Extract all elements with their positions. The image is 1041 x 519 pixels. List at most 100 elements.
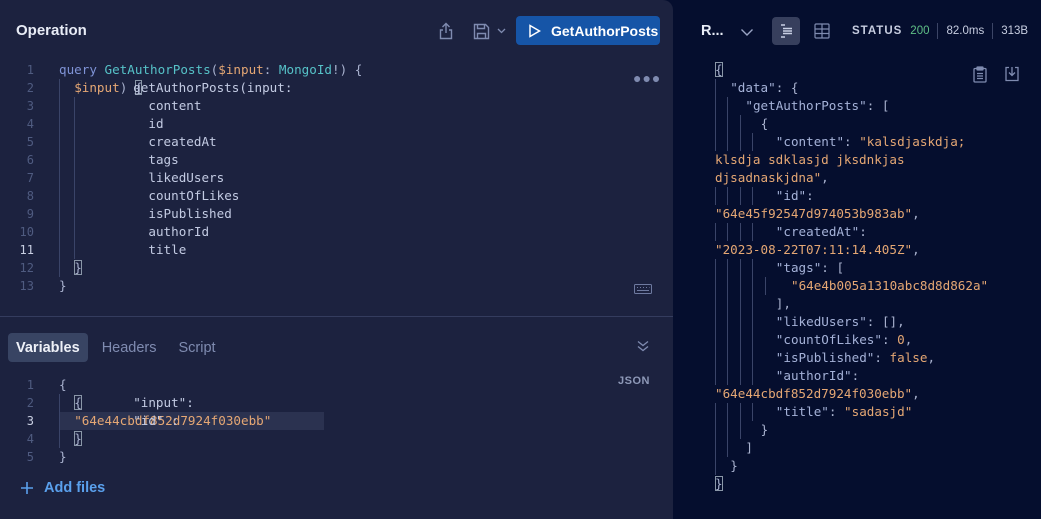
line-number: 10 [19,225,34,239]
response-line: "64e45f92547d974053b983ab", [715,205,1025,223]
share-icon[interactable] [436,20,456,42]
save-icon[interactable] [471,20,491,42]
line-number: 11 [19,243,34,257]
indent-guide [727,187,729,205]
response-line: "countOfLikes": 0, [715,331,1025,349]
code-token: { [59,377,67,392]
plus-icon [21,482,33,494]
chevron-down-icon[interactable] [740,24,754,42]
response-line: "2023-08-22T07:11:14.405Z", [715,241,1025,259]
indent-guide [739,403,741,421]
response-text: } [730,457,738,475]
response-size: 313B [1001,25,1029,37]
code-token: "likedUsers" [775,314,867,329]
indent-guide [752,133,754,151]
code-token: getAuthorPosts(input: [133,80,300,95]
indent-guide [715,79,716,97]
code-token: createdAt [148,134,217,149]
tab-script[interactable]: Script [171,333,224,362]
line-number: 2 [26,81,34,95]
code-token: authorId [148,224,210,239]
indent-guide [727,295,729,313]
play-icon [529,23,541,38]
code-token: "countOfLikes" [775,332,882,347]
response-text: "likedUsers": [], [776,313,905,331]
code-token: "kalsdjaskdja; [859,134,966,149]
code-text: } [74,259,82,277]
indent-guide [727,223,729,241]
code-line[interactable]: 5 createdAt [0,133,673,151]
code-token: } [59,449,67,464]
code-token: "content" [775,134,845,149]
code-text: query GetAuthorPosts($input: MongoId!) { [59,61,362,79]
indent-guide [752,403,754,421]
code-line[interactable]: 3 content [0,97,673,115]
code-text: { [59,376,67,394]
code-line[interactable]: 4} [0,430,673,448]
code-token: 0 [897,332,905,347]
code-line[interactable]: 9 isPublished [0,205,673,223]
code-line[interactable]: 1{ [0,376,673,394]
code-token: "getAuthorPosts" [745,98,867,113]
code-line[interactable]: 7 likedUsers [0,169,673,187]
add-files-button[interactable]: Add files [20,480,105,496]
indent-guide [59,79,60,277]
code-line[interactable]: 12} [0,259,673,277]
indent-guide [715,133,716,151]
run-operation-button[interactable]: GetAuthorPosts [516,16,660,45]
code-token: : [ [866,98,890,113]
variables-editor[interactable]: 1{2 "input": {3 "id" : "64e44cbdf852d7924f0… [0,376,673,476]
response-text: "data": { [730,79,798,97]
response-text: "title": "sadasjd" [776,403,913,421]
indent-guide [715,259,716,277]
collapse-icon[interactable] [636,339,650,358]
code-line[interactable]: 8 countOfLikes [0,187,673,205]
response-line: djsadnaskjdna", [715,169,1025,187]
code-line[interactable]: 10 authorId [0,223,673,241]
code-text: } [59,277,67,295]
code-line[interactable]: 2 getAuthorPosts(input: $input) { [0,79,673,97]
response-text: "id": [776,187,814,205]
indent-guide [715,187,716,205]
code-token: , [927,350,936,365]
indent-guide [715,457,716,475]
operation-editor[interactable]: 1 query GetAuthorPosts($input: MongoId!) … [0,61,673,301]
keyboard-icon[interactable] [634,281,652,299]
tab-variables[interactable]: Variables [8,333,88,362]
matched-bracket: } [74,260,82,275]
code-line[interactable]: 13} [0,277,673,295]
code-line[interactable]: 5} [0,448,673,466]
code-line[interactable]: 3 "id" : "64e44cbdf852d7924f030ebb" [27,412,324,430]
code-line[interactable]: 4 id [0,115,673,133]
json-view-button[interactable] [772,17,800,45]
code-token: : [], [866,314,905,329]
table-view-button[interactable] [808,17,836,45]
status-code: 200 [910,25,930,37]
code-token: "id" [775,188,807,203]
chevron-down-icon[interactable] [494,20,508,42]
response-text: "countOfLikes": 0, [776,331,913,349]
code-text: } [74,430,82,448]
code-line[interactable]: 1 query GetAuthorPosts($input: MongoId!) … [0,61,673,79]
response-panel: R... STATUS 200 82.0ms 313B {"data": {… [673,0,1041,519]
tab-headers[interactable]: Headers [94,333,165,362]
response-text: { [715,61,723,79]
panel-divider[interactable] [0,316,673,317]
response-viewer[interactable]: {"data": {"getAuthorPosts": [{"content":… [715,61,1025,493]
line-number: 1 [26,378,34,392]
response-line: "likedUsers": [], [715,313,1025,331]
response-text: "content": "kalsdjaskdja; [776,133,966,151]
indent-guide [59,394,60,448]
code-token: countOfLikes [148,188,240,203]
matched-bracket: } [74,431,82,446]
code-token: tags [148,152,179,167]
indent-guide [727,331,729,349]
text-view-icon [781,24,792,38]
code-token: isPublished [148,206,232,221]
code-line[interactable]: 11 title [0,241,673,259]
response-text: ] [745,439,753,457]
code-token: title [148,242,187,257]
code-line[interactable]: 2 "input": { [0,394,673,412]
line-number: 13 [19,279,34,293]
code-line[interactable]: 6 tags [0,151,673,169]
